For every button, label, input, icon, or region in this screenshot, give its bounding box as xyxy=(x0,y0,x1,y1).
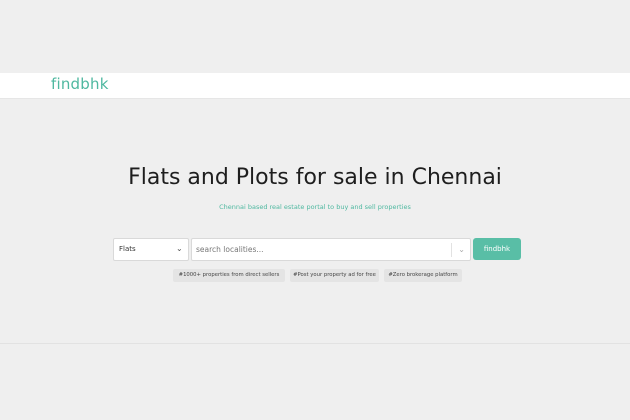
tag-item: #Post your property ad for free xyxy=(290,269,379,282)
locality-search-input[interactable]: search localities... ⌄ xyxy=(191,238,471,261)
tag-item: #Zero brokerage platform xyxy=(384,269,462,282)
hero-section: Flats and Plots for sale in Chennai Chen… xyxy=(0,99,630,343)
property-type-value: Flats xyxy=(119,245,136,253)
page-subtitle: Chennai based real estate portal to buy … xyxy=(219,203,411,211)
logo[interactable]: findbhk xyxy=(51,75,109,93)
bottom-band xyxy=(0,344,630,420)
navbar: findbhk xyxy=(0,73,630,99)
chevron-down-icon[interactable]: ⌄ xyxy=(458,245,465,255)
locality-placeholder: search localities... xyxy=(196,245,264,254)
top-band xyxy=(0,0,630,73)
chevron-down-icon: ⌄ xyxy=(176,244,183,253)
input-divider xyxy=(451,243,452,257)
search-button[interactable]: findbhk xyxy=(473,238,521,260)
page-title: Flats and Plots for sale in Chennai xyxy=(128,165,502,190)
tag-item: #1000+ properties from direct sellers xyxy=(173,269,285,282)
property-type-select[interactable]: Flats ⌄ xyxy=(113,238,189,261)
